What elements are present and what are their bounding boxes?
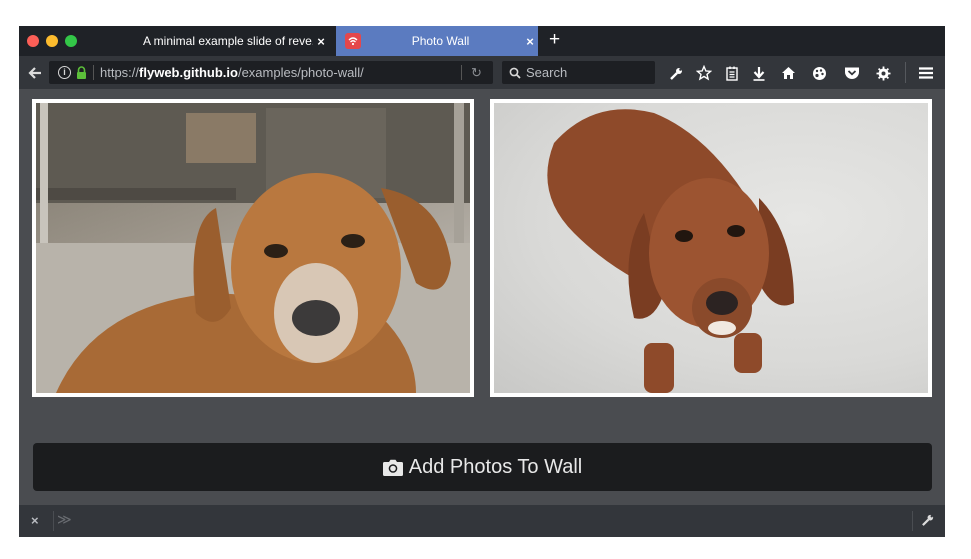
photo-card[interactable] <box>32 99 474 397</box>
search-icon <box>509 66 521 84</box>
url-text[interactable]: https://flyweb.github.io/examples/photo-… <box>100 65 364 80</box>
url-host: flyweb.github.io <box>139 65 238 80</box>
url-divider <box>461 65 462 80</box>
search-bar[interactable]: Search <box>502 61 655 84</box>
toolbar-divider <box>53 511 54 531</box>
dog-photo <box>494 103 928 393</box>
dog-illustration <box>547 109 794 393</box>
close-window-button[interactable] <box>27 35 39 47</box>
url-divider <box>93 65 94 80</box>
home-icon[interactable] <box>778 63 798 83</box>
tab-title: Photo Wall <box>411 34 470 48</box>
reload-icon[interactable]: ↻ <box>471 65 482 81</box>
camera-icon <box>382 459 403 476</box>
page-content: Add Photos To Wall <box>19 89 945 505</box>
wrench-icon[interactable] <box>921 513 935 532</box>
tab-strip: A minimal example slide of reve... × Pho… <box>19 26 945 56</box>
command-prompt-icon[interactable]: ≫ <box>57 511 72 528</box>
dog-photo <box>36 103 470 393</box>
palette-icon[interactable] <box>809 63 829 83</box>
favicon-icon <box>345 33 361 49</box>
dog-illustration <box>36 103 470 393</box>
search-placeholder: Search <box>526 65 568 80</box>
menu-icon[interactable] <box>916 63 936 83</box>
tab-photo-wall[interactable]: Photo Wall × <box>336 26 538 56</box>
lock-icon[interactable] <box>76 66 87 84</box>
close-toolbar-button[interactable]: × <box>31 513 39 528</box>
url-path: /examples/photo-wall/ <box>237 65 364 80</box>
tab-close-button[interactable]: × <box>313 34 329 49</box>
browser-window: A minimal example slide of reve... × Pho… <box>19 26 945 537</box>
star-icon[interactable] <box>694 63 714 83</box>
download-icon[interactable] <box>749 63 769 83</box>
developer-toolbar: × ≫ <box>19 505 945 537</box>
url-prefix: https:// <box>100 65 140 80</box>
tab-title: A minimal example slide of reve... <box>143 34 313 48</box>
settings-icon[interactable] <box>873 63 893 83</box>
navigation-toolbar: i https://flyweb.github.io/examples/phot… <box>19 56 945 89</box>
wrench-icon[interactable] <box>666 63 686 83</box>
url-bar[interactable]: i https://flyweb.github.io/examples/phot… <box>49 61 493 84</box>
toolbar-divider <box>905 62 906 83</box>
toolbar-divider <box>912 511 913 531</box>
info-icon[interactable]: i <box>58 66 71 79</box>
back-arrow-icon <box>28 67 41 79</box>
minimize-window-button[interactable] <box>46 35 58 47</box>
back-button[interactable] <box>25 63 45 83</box>
pocket-icon[interactable] <box>842 63 862 83</box>
add-photos-button[interactable]: Add Photos To Wall <box>33 443 932 491</box>
tab-slide-example[interactable]: A minimal example slide of reve... × <box>133 26 329 56</box>
photo-card[interactable] <box>490 99 932 397</box>
zoom-window-button[interactable] <box>65 35 77 47</box>
new-tab-button[interactable]: + <box>549 29 560 51</box>
add-photos-label: Add Photos To Wall <box>408 455 583 478</box>
reading-list-icon[interactable] <box>722 63 742 83</box>
tab-close-button[interactable]: × <box>522 34 538 49</box>
